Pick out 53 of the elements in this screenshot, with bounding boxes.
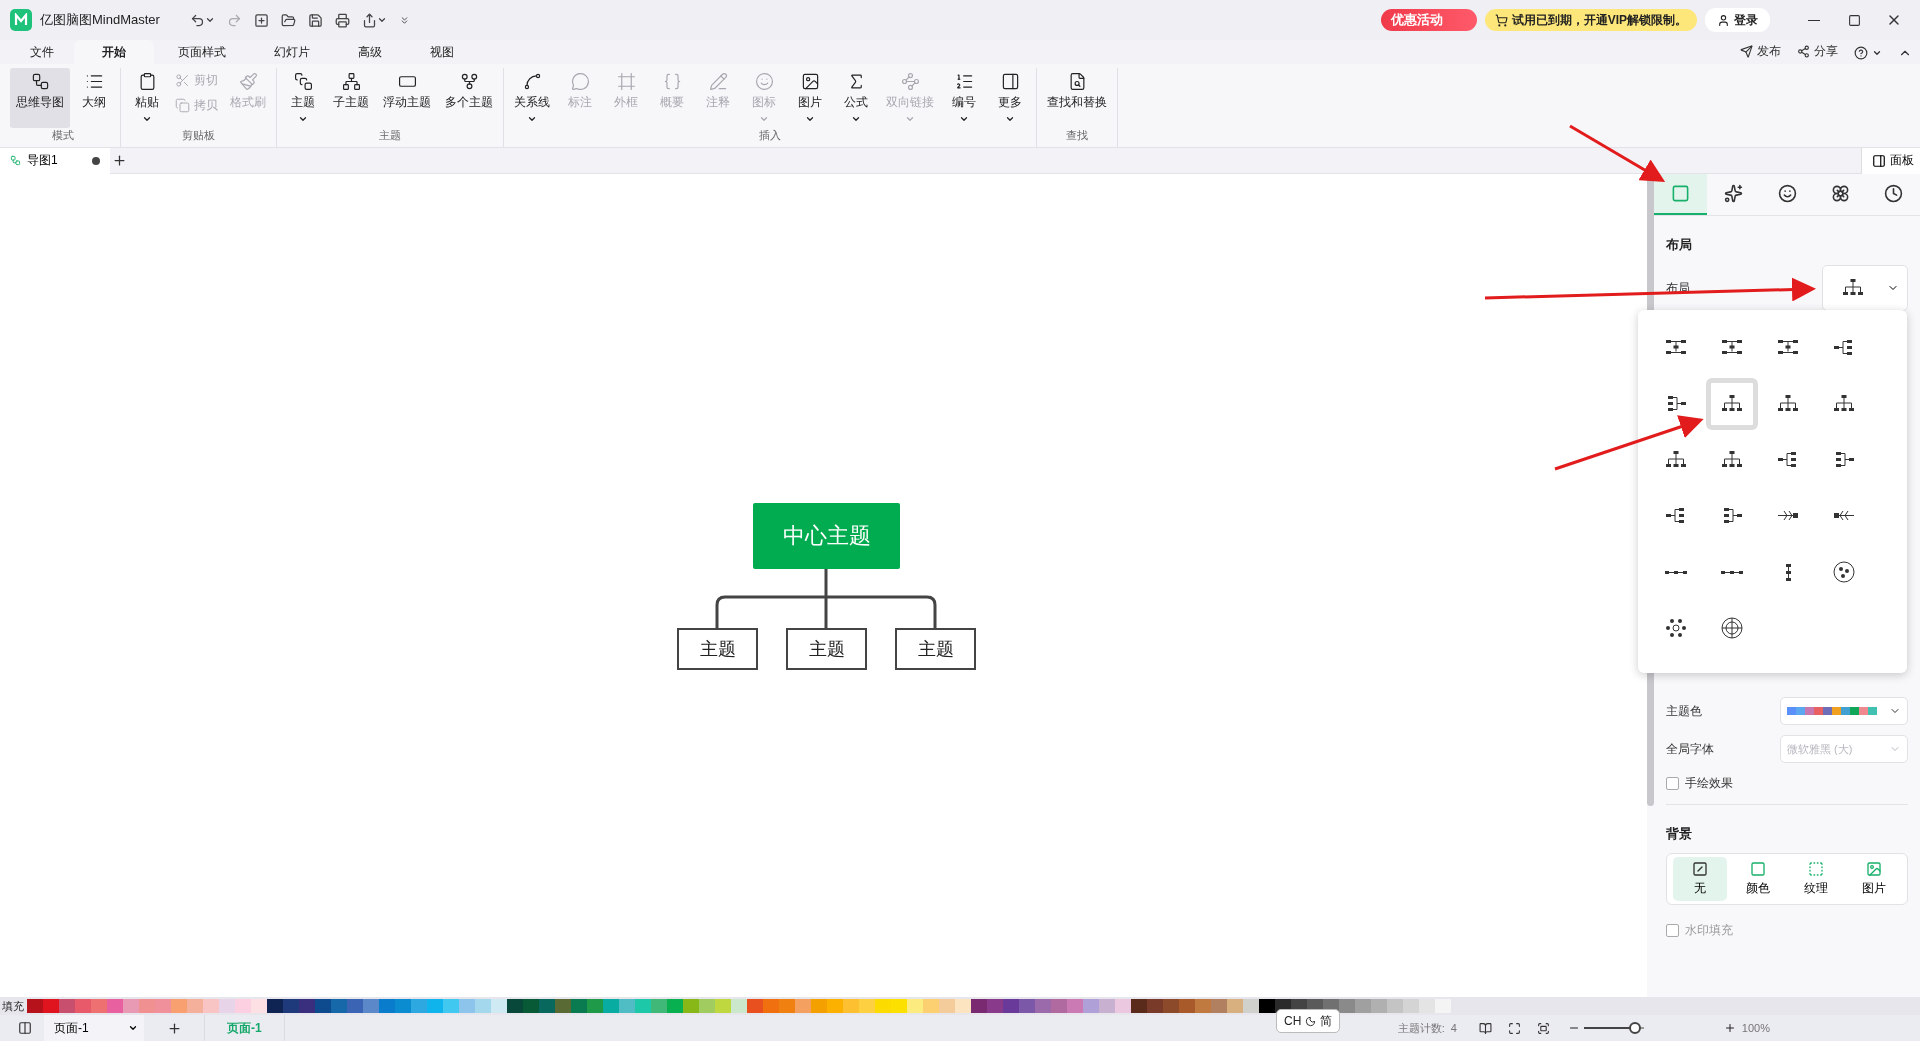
document-tab[interactable]: 导图1 [0, 147, 110, 174]
ime-mode: 简 [1320, 1012, 1333, 1030]
menu-tab[interactable]: 高级 [334, 40, 406, 64]
ribbon-button[interactable]: 浮动主题 [377, 68, 437, 128]
menu-tab[interactable]: 开始 [74, 40, 154, 64]
page-dropdown[interactable]: 页面-1 [44, 1015, 144, 1041]
ribbon-button[interactable]: 思维导图 [10, 68, 70, 128]
checkbox-label: 手绘效果 [1685, 774, 1733, 792]
panel-toggle-button[interactable]: 面板 [1861, 147, 1920, 174]
topic-node[interactable]: 主题 [895, 628, 976, 670]
checkbox-label: 水印填充 [1685, 921, 1733, 939]
app-title: 亿图脑图MindMaster [40, 11, 160, 29]
group-title: 插入 [759, 128, 781, 143]
zoom-percent: 100% [1741, 1022, 1770, 1034]
background-option[interactable]: 纹理 [1789, 857, 1843, 901]
ribbon-button[interactable]: 编号 [942, 68, 986, 128]
ribbon-button[interactable]: 图片 [788, 68, 832, 128]
ribbon-button[interactable]: 子主题 [327, 68, 375, 128]
menu-tab[interactable]: 文件 [10, 40, 74, 64]
header-action[interactable]: 发布 [1732, 43, 1789, 60]
ribbon-button[interactable]: 粘贴 [125, 68, 169, 128]
menu-tab[interactable]: 视图 [406, 40, 478, 64]
promo-button[interactable]: 优惠活动 [1380, 9, 1477, 31]
section-heading: 布局 [1666, 236, 1693, 254]
menu-tab[interactable]: 幻灯片 [250, 40, 334, 64]
ribbon-button[interactable]: 公式 [834, 68, 878, 128]
topic-count: 4 [1450, 1022, 1457, 1034]
ime-language: CH [1284, 1014, 1302, 1028]
ribbon-button[interactable]: 查找和替换 [1041, 68, 1113, 128]
ribbon-button[interactable]: 主题 [281, 68, 325, 128]
ribbon-button[interactable]: 更多 [988, 68, 1032, 128]
ribbon-button[interactable]: 关系线 [508, 68, 556, 128]
ribbon-button[interactable]: 多个主题 [439, 68, 499, 128]
topic-node[interactable]: 主题 [677, 628, 758, 670]
group-title: 模式 [52, 128, 74, 143]
font-value: 微软雅黑 (大) [1787, 741, 1854, 757]
field-label: 主题色 [1666, 702, 1702, 720]
background-option[interactable]: 颜色 [1731, 857, 1785, 901]
section-heading: 背景 [1666, 825, 1693, 843]
vip-banner[interactable]: 试用已到期，开通VIP解锁限制。 [1484, 9, 1697, 31]
background-option[interactable]: 无 [1673, 857, 1727, 901]
menu-tab[interactable]: 页面样式 [154, 40, 250, 64]
field-label: 全局字体 [1666, 740, 1714, 758]
group-title: 主题 [379, 128, 401, 143]
palette-label: 填充 [2, 998, 24, 1014]
group-title: 剪贴板 [182, 128, 215, 143]
ribbon-button[interactable]: 大纲 [72, 68, 116, 128]
group-title: 查找 [1066, 128, 1088, 143]
topic-node[interactable]: 主题 [786, 628, 867, 670]
header-action[interactable]: 分享 [1789, 43, 1846, 60]
login-button[interactable]: 登录 [1705, 8, 1770, 32]
background-option[interactable]: 图片 [1847, 857, 1901, 901]
topic-count-label: 主题计数: [1397, 1020, 1445, 1036]
